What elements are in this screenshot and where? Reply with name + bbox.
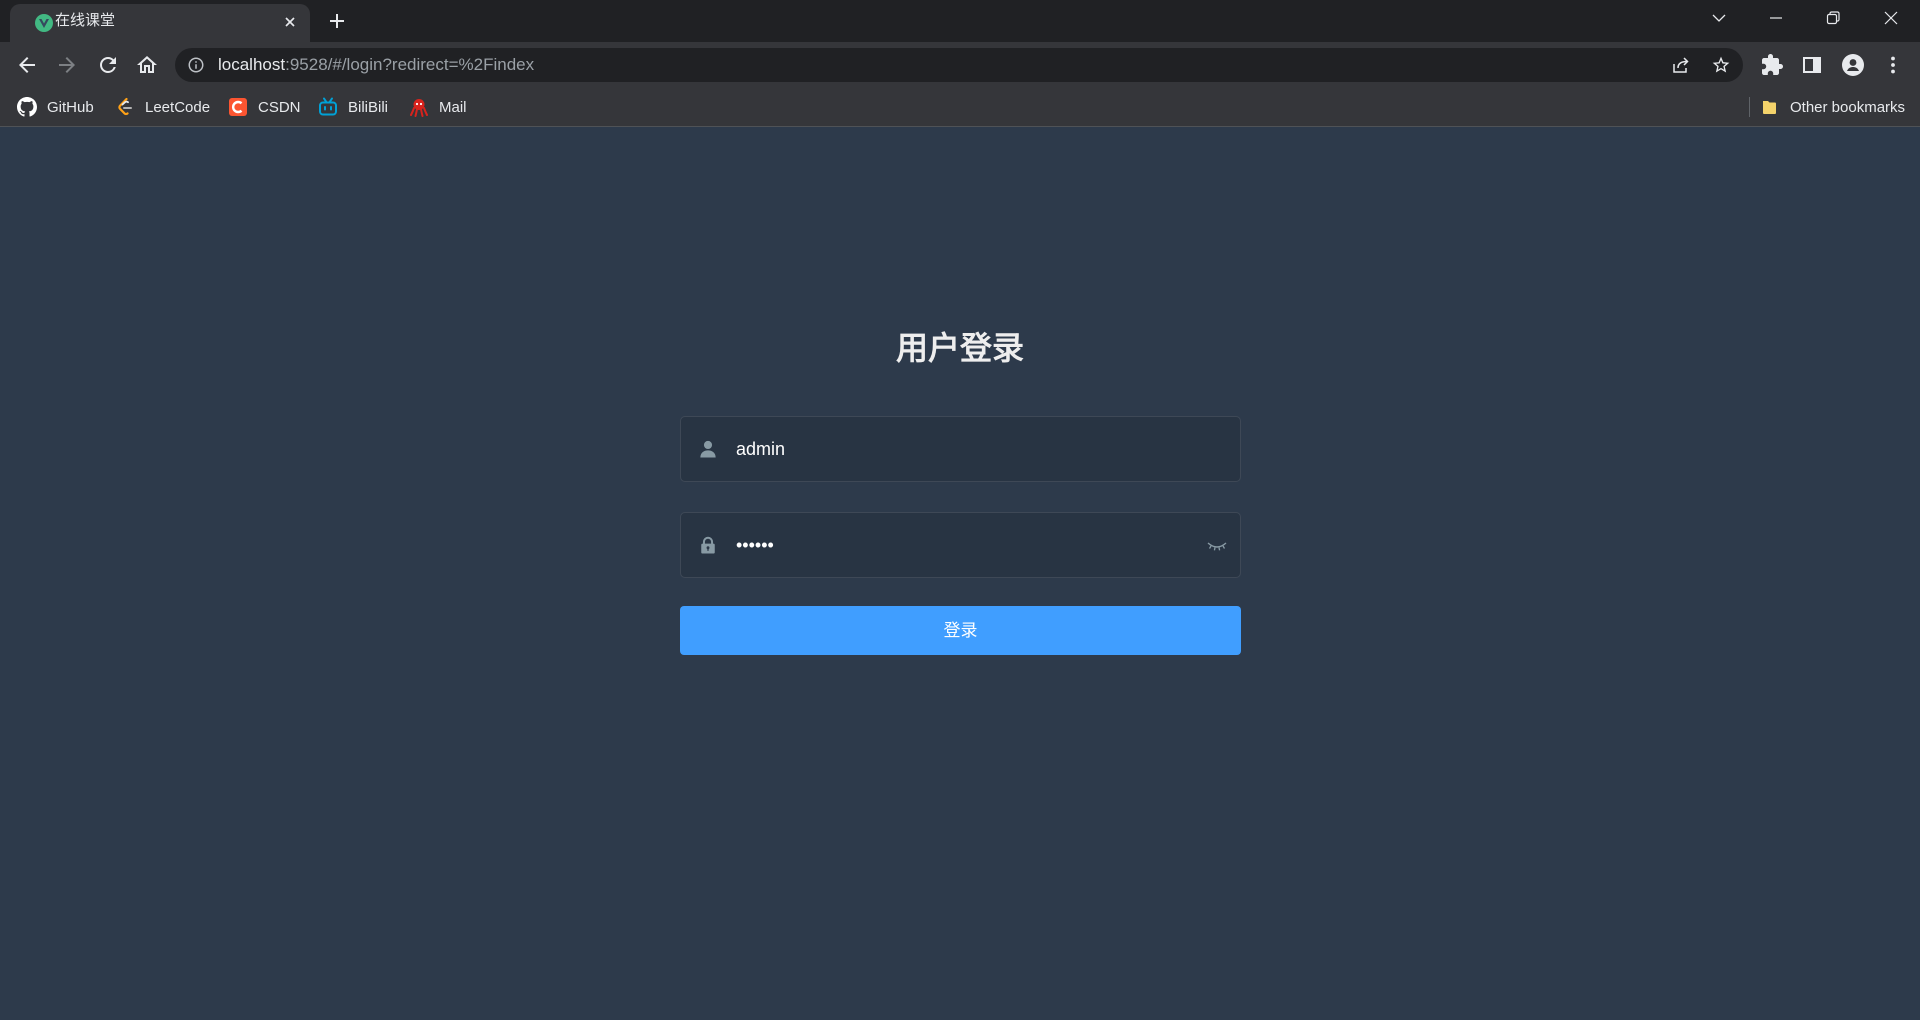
eye-closed-icon[interactable] bbox=[1206, 535, 1228, 557]
home-icon[interactable] bbox=[135, 53, 159, 77]
login-button[interactable]: 登录 bbox=[680, 606, 1241, 655]
bookmark-label: GitHub bbox=[47, 98, 94, 116]
url-text[interactable]: localhost:9528/#/login?redirect=%2Findex bbox=[218, 48, 534, 82]
lock-icon bbox=[699, 536, 717, 554]
bookmark-bilibili[interactable]: BiliBili bbox=[318, 88, 388, 126]
url-host: localhost bbox=[218, 55, 286, 74]
bookmark-label: LeetCode bbox=[145, 98, 211, 116]
share-icon[interactable] bbox=[1671, 55, 1691, 75]
browser-tab-strip: 在线课堂 bbox=[0, 0, 1920, 42]
bookmarks-separator bbox=[1749, 97, 1750, 117]
address-bar[interactable]: localhost:9528/#/login?redirect=%2Findex bbox=[175, 48, 1743, 82]
extensions-puzzle-icon[interactable] bbox=[1760, 53, 1784, 77]
leetcode-icon bbox=[115, 97, 135, 117]
github-icon bbox=[17, 97, 37, 117]
reload-icon[interactable] bbox=[96, 53, 120, 77]
bookmark-csdn[interactable]: CSDN bbox=[228, 88, 301, 126]
folder-icon bbox=[1760, 97, 1780, 117]
other-bookmarks-folder[interactable]: Other bookmarks bbox=[1760, 88, 1905, 126]
browser-tab-active[interactable]: 在线课堂 bbox=[10, 4, 310, 42]
back-arrow-icon[interactable] bbox=[15, 53, 39, 77]
username-input[interactable] bbox=[736, 417, 1176, 481]
password-input[interactable] bbox=[736, 513, 1176, 577]
login-title: 用户登录 bbox=[895, 330, 1024, 366]
site-info-icon[interactable] bbox=[187, 56, 205, 74]
url-path: :9528/#/login?redirect=%2Findex bbox=[285, 55, 535, 74]
tab-title: 在线课堂 bbox=[55, 12, 116, 29]
bookmark-label: BiliBili bbox=[348, 98, 389, 116]
tab-close-icon[interactable] bbox=[281, 13, 299, 31]
bookmark-mail[interactable]: Mail bbox=[409, 88, 467, 126]
vue-logo-icon bbox=[35, 14, 53, 32]
bookmark-github[interactable]: GitHub bbox=[17, 88, 94, 126]
bookmark-star-icon[interactable] bbox=[1711, 55, 1731, 75]
mail-icon bbox=[409, 97, 429, 117]
bookmarks-bar: GitHub LeetCode CSDN BiliBili Mail Other… bbox=[0, 88, 1920, 127]
password-field[interactable] bbox=[680, 512, 1241, 578]
browser-menu-kebab-icon[interactable] bbox=[1881, 53, 1905, 77]
login-page: 用户登录 admin 登录 bbox=[0, 127, 1920, 1020]
forward-arrow-icon[interactable] bbox=[55, 53, 79, 77]
bookmark-label: CSDN bbox=[258, 98, 301, 116]
other-bookmarks-label: Other bookmarks bbox=[1790, 98, 1906, 116]
csdn-icon bbox=[228, 97, 248, 117]
bookmark-label: Mail bbox=[439, 98, 467, 116]
browser-toolbar: localhost:9528/#/login?redirect=%2Findex bbox=[0, 42, 1920, 88]
minimize-icon[interactable] bbox=[1768, 10, 1784, 26]
new-tab-plus-icon[interactable] bbox=[326, 10, 348, 32]
user-icon bbox=[699, 440, 717, 458]
bookmark-leetcode[interactable]: LeetCode bbox=[115, 88, 210, 126]
close-window-icon[interactable] bbox=[1883, 10, 1899, 26]
side-panel-icon[interactable] bbox=[1800, 53, 1824, 77]
tab-search-chevron-down-icon[interactable] bbox=[1711, 10, 1727, 26]
profile-avatar-icon[interactable] bbox=[1841, 53, 1865, 77]
restore-window-icon[interactable] bbox=[1825, 10, 1841, 26]
bilibili-icon bbox=[318, 97, 338, 117]
username-field[interactable] bbox=[680, 416, 1241, 482]
